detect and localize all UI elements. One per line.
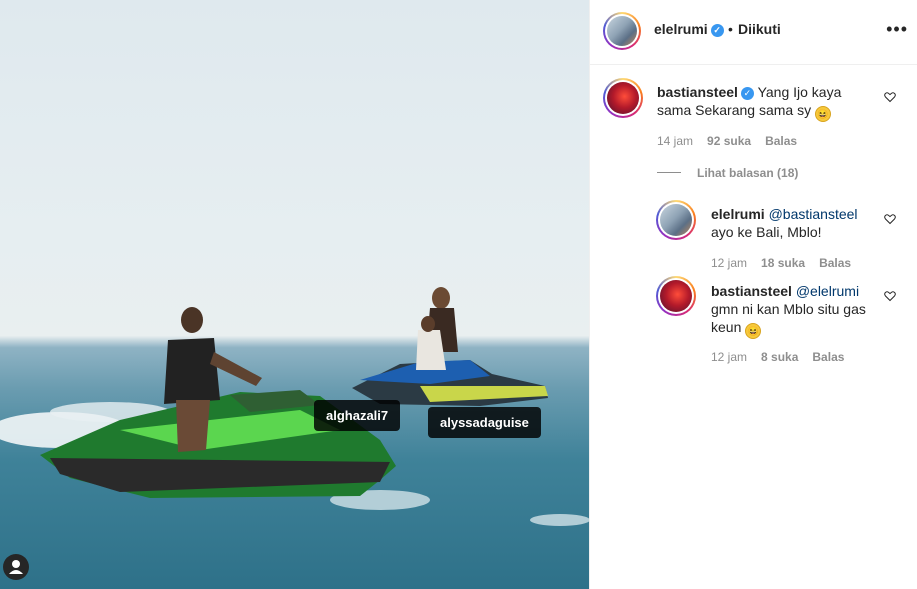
user-tag-alyssadaguise[interactable]: alyssadaguise <box>428 407 541 438</box>
reply-button[interactable]: Balas <box>819 256 851 270</box>
verified-badge-icon: ✓ <box>740 87 754 100</box>
reply-time[interactable]: 12 jam <box>711 256 747 270</box>
comment-username[interactable]: bastiansteel <box>657 84 738 100</box>
reply-button[interactable]: Balas <box>765 134 797 148</box>
comment-line-1: Yang Ijo kaya <box>757 84 842 100</box>
following-button[interactable]: Diikuti <box>738 21 781 37</box>
avatar[interactable] <box>603 78 643 118</box>
tagged-users-button[interactable] <box>3 554 29 580</box>
like-heart-icon[interactable] <box>884 91 896 103</box>
avatar[interactable] <box>656 276 696 316</box>
comments-panel: elelrumi ✓ • Diikuti ••• bastiansteel ✓ Ya… <box>589 0 917 589</box>
comment-time[interactable]: 14 jam <box>657 134 693 148</box>
reply-username[interactable]: elelrumi <box>711 206 765 222</box>
reply-likes[interactable]: 18 suka <box>761 256 805 270</box>
view-replies-button[interactable]: Lihat balasan (18) <box>697 166 798 180</box>
rofl-emoji-icon: 😆 <box>814 106 831 122</box>
reply-meta: 12 jam 18 suka Balas <box>711 256 851 270</box>
view-replies-line <box>657 172 681 173</box>
reply-username[interactable]: bastiansteel <box>711 283 792 299</box>
jetski-scene <box>0 287 589 526</box>
user-tag-alghazali7[interactable]: alghazali7 <box>314 400 401 431</box>
more-options-icon[interactable]: ••• <box>886 20 908 38</box>
reply-mention[interactable]: @elelrumi <box>796 283 859 299</box>
user-icon <box>9 560 23 574</box>
reply-line-1: gmn ni kan Mblo situ gas <box>711 301 866 317</box>
like-heart-icon[interactable] <box>884 213 896 225</box>
reply-body: ayo ke Bali, Mblo! <box>711 224 822 240</box>
reply-text: bastiansteel @elelrumi gmn ni kan Mblo s… <box>711 282 891 339</box>
separator-dot: • <box>728 21 733 37</box>
reply-meta: 12 jam 8 suka Balas <box>711 350 844 364</box>
reply-line-2: keun <box>711 319 742 335</box>
comment-likes[interactable]: 92 suka <box>707 134 751 148</box>
reply-mention[interactable]: @bastiansteel <box>769 206 858 222</box>
header-username-text[interactable]: elelrumi <box>654 21 708 37</box>
reply-likes[interactable]: 8 suka <box>761 350 798 364</box>
post-header: elelrumi ✓ • Diikuti ••• <box>590 0 917 65</box>
post-photo[interactable]: alghazali7 alyssadaguise <box>0 0 589 589</box>
avatar[interactable] <box>656 200 696 240</box>
reply-button[interactable]: Balas <box>812 350 844 364</box>
comment-text: bastiansteel ✓ Yang Ijo kaya sama Sekaran… <box>657 83 877 122</box>
header-username[interactable]: elelrumi ✓ <box>654 21 724 37</box>
like-heart-icon[interactable] <box>884 290 896 302</box>
verified-badge-icon: ✓ <box>710 24 724 37</box>
reply-time[interactable]: 12 jam <box>711 350 747 364</box>
avatar[interactable] <box>603 12 641 50</box>
comment-meta: 14 jam 92 suka Balas <box>657 134 797 148</box>
comment-line-2: sama Sekarang sama sy <box>657 102 812 118</box>
laughing-emoji-icon: 😆 <box>745 323 762 339</box>
reply-text: elelrumi @bastiansteel ayo ke Bali, Mblo… <box>711 205 891 241</box>
